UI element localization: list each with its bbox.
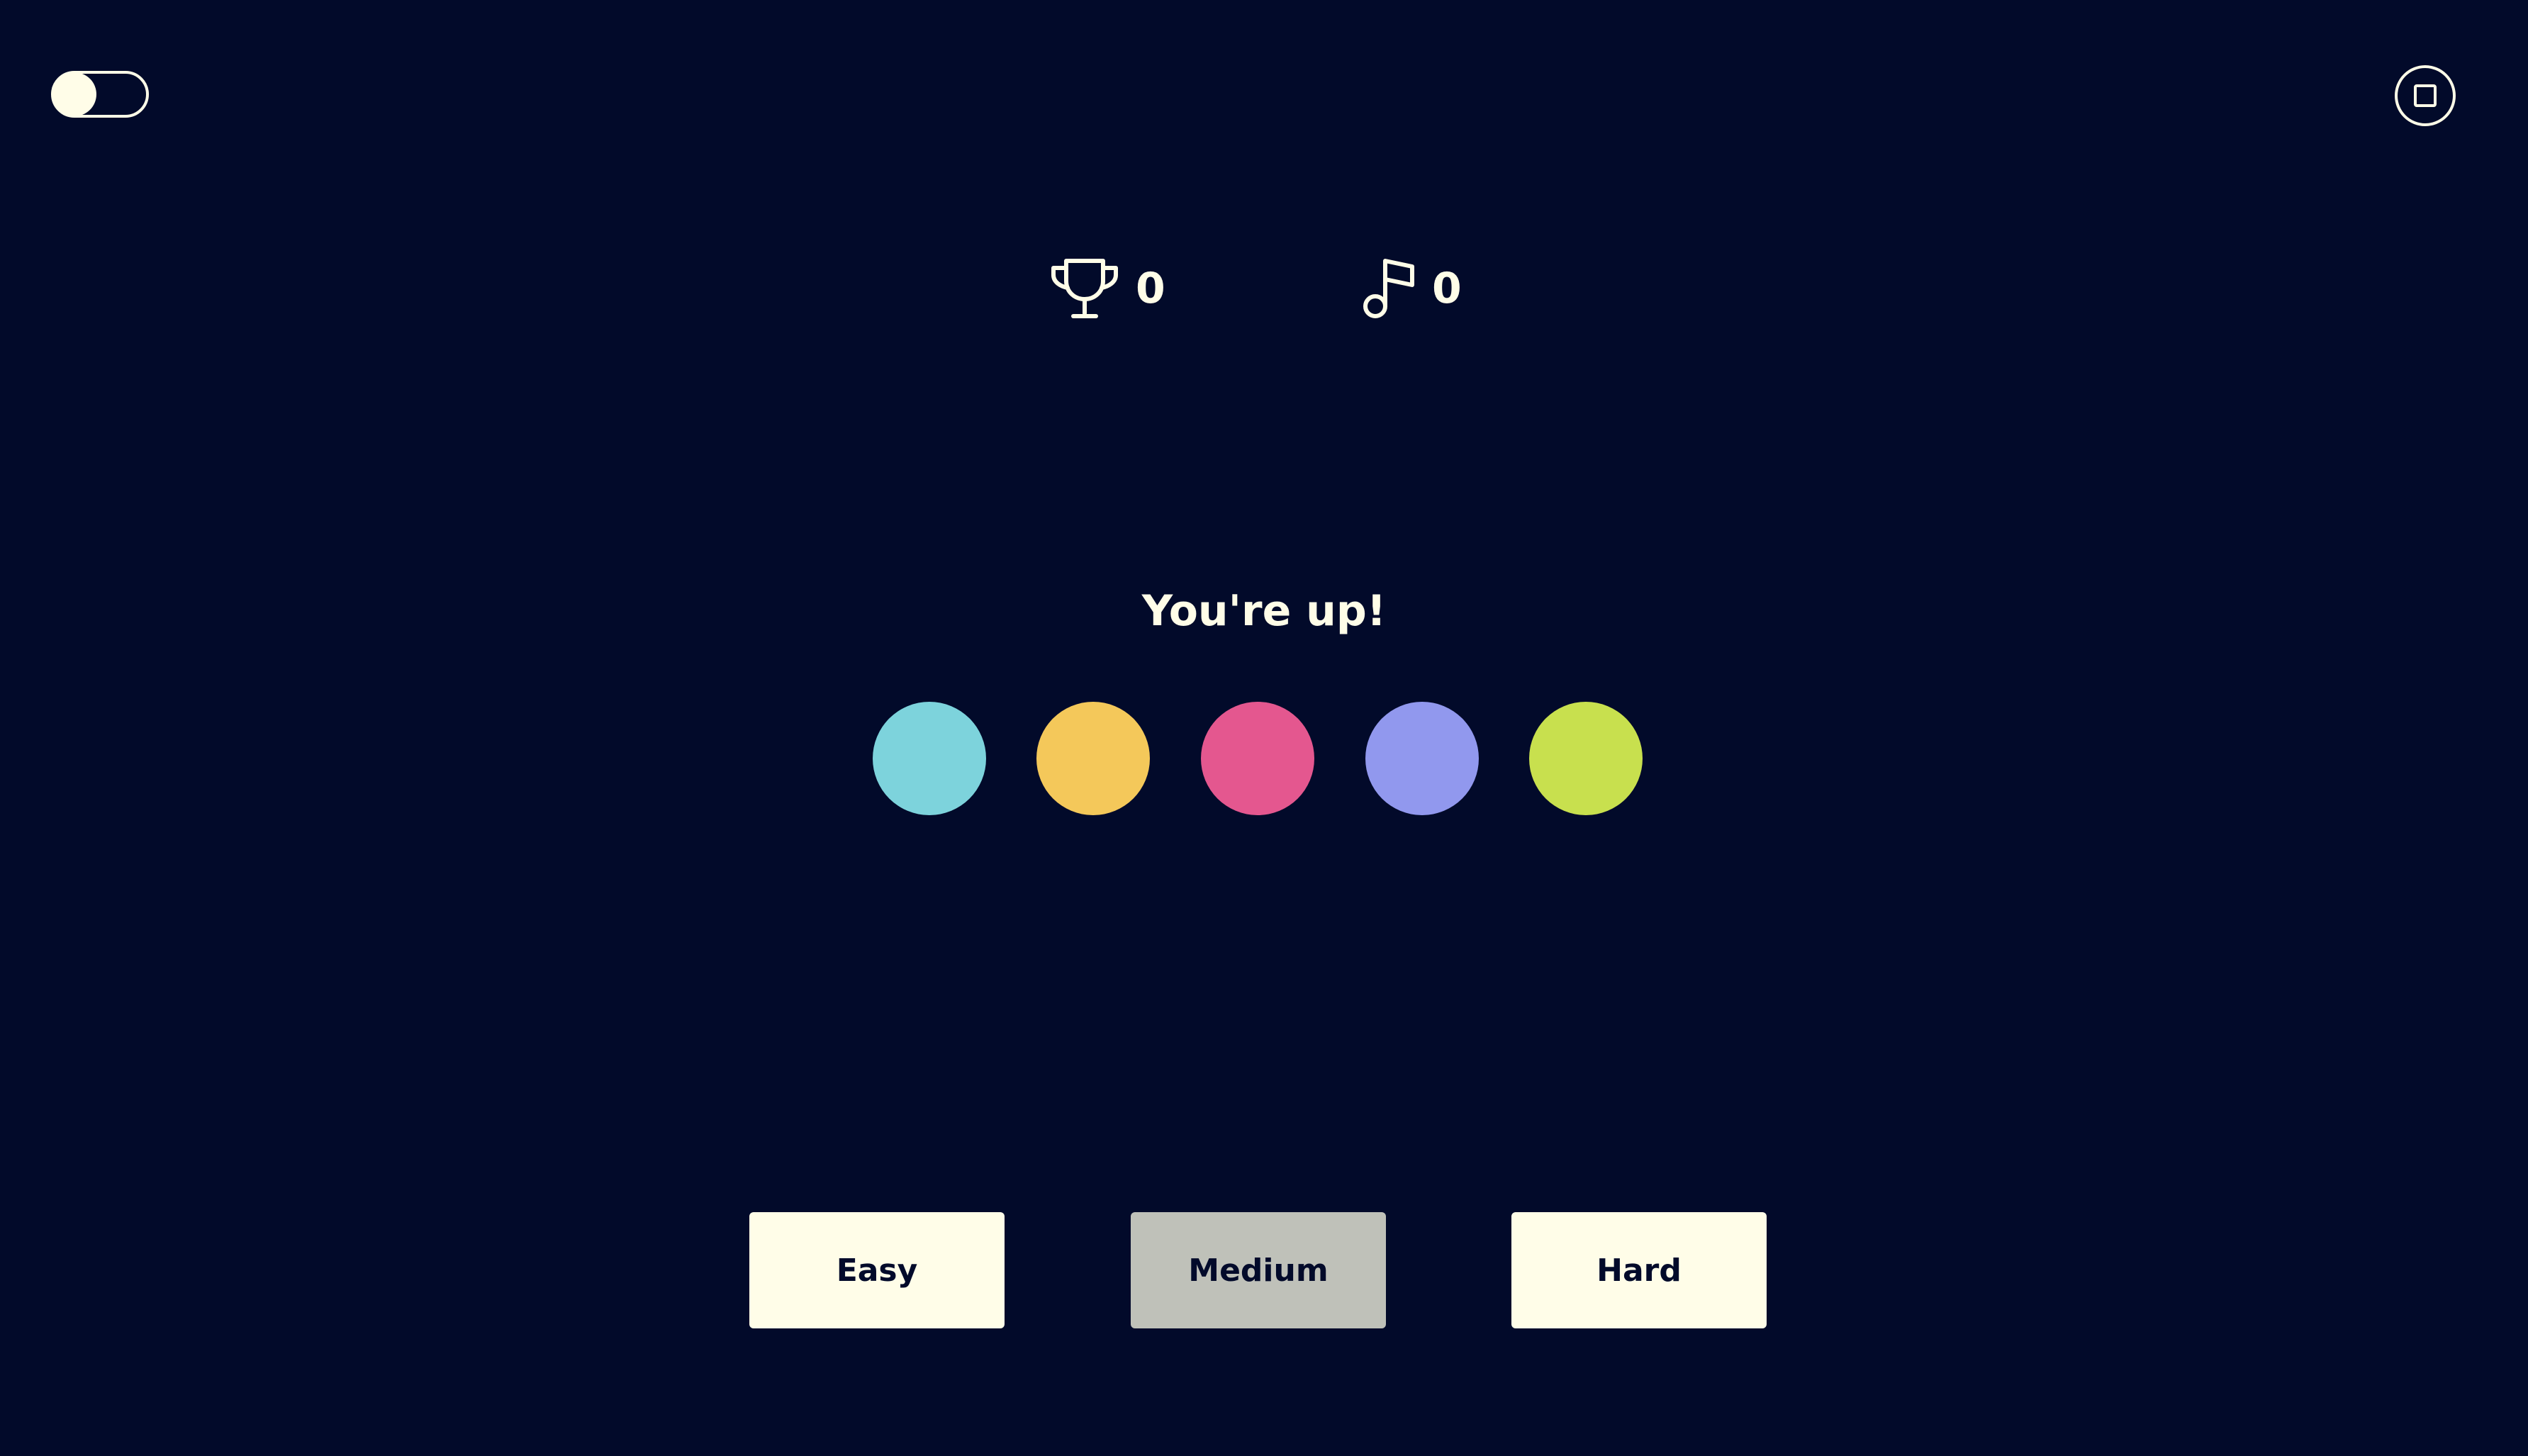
turn-status: You're up! — [1141, 586, 1387, 636]
toggle-knob — [52, 72, 96, 116]
easy-button[interactable]: Easy — [749, 1212, 1005, 1328]
pad-lime[interactable] — [1529, 702, 1643, 815]
pad-purple[interactable] — [1365, 702, 1479, 815]
notes-display: 0 — [1361, 257, 1462, 320]
hard-button[interactable]: Hard — [1511, 1212, 1767, 1328]
notes-value: 0 — [1432, 264, 1462, 313]
score-value: 0 — [1136, 264, 1165, 313]
pad-yellow[interactable] — [1036, 702, 1150, 815]
sound-toggle[interactable] — [51, 71, 149, 118]
stop-icon — [2414, 84, 2437, 107]
score-display: 0 — [1048, 257, 1165, 320]
stop-button[interactable] — [2395, 65, 2456, 126]
pad-cyan[interactable] — [873, 702, 986, 815]
medium-button[interactable]: Medium — [1131, 1212, 1386, 1328]
game-screen: 0 0 You're up! Easy Medium Hard — [0, 0, 2528, 1456]
pad-pink[interactable] — [1201, 702, 1314, 815]
music-note-icon — [1363, 259, 1414, 318]
trophy-icon — [1051, 259, 1118, 318]
